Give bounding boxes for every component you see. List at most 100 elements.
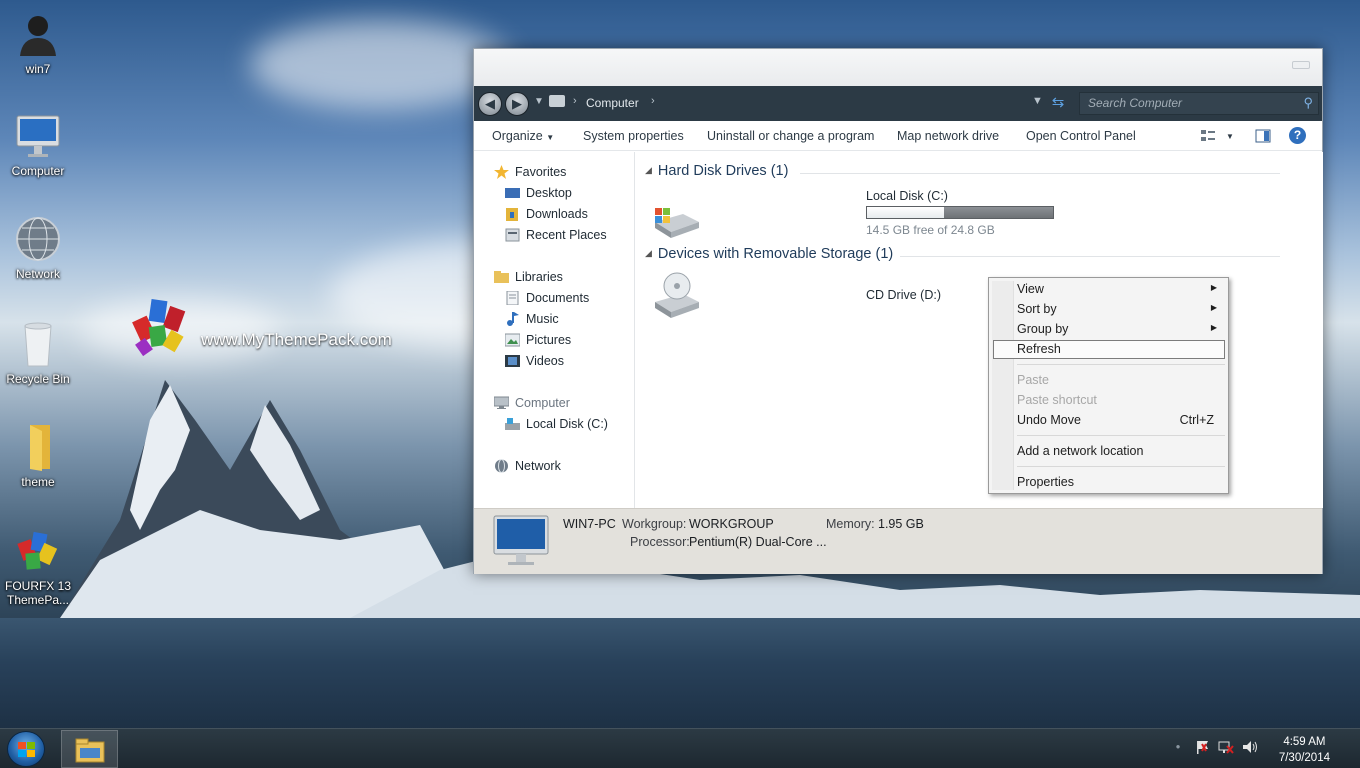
submenu-arrow-icon: ▶: [1210, 323, 1217, 332]
computer-icon: [549, 95, 565, 107]
local-disk-label[interactable]: Local Disk (C:): [866, 189, 948, 203]
watermark-text: www.MyThemePack.com: [201, 330, 392, 349]
map-network-drive-button[interactable]: Map network drive: [897, 129, 999, 143]
menu-item-paste[interactable]: Paste: [1017, 370, 1222, 390]
folder-icon: [14, 423, 62, 471]
navigation-pane: Favorites Desktop Downloads Recent Place…: [474, 152, 635, 508]
menu-item-paste-shortcut[interactable]: Paste shortcut: [1017, 390, 1222, 410]
address-field[interactable]: › Computer ›: [545, 92, 1055, 115]
desktop-icon-computer[interactable]: Computer: [0, 112, 76, 178]
processor-label: Processor:: [630, 535, 690, 549]
change-view-icon[interactable]: [1200, 128, 1216, 144]
recent-places-icon: [505, 228, 520, 242]
preview-pane-icon[interactable]: [1255, 128, 1271, 144]
group-header-removable[interactable]: ◢ Devices with Removable Storage (1): [645, 246, 893, 262]
back-button[interactable]: ◀: [478, 92, 502, 116]
menu-item-view[interactable]: View ▶: [1017, 279, 1222, 299]
start-button[interactable]: [7, 731, 45, 767]
cd-drive-icon: [653, 272, 701, 323]
desktop-icon-label: FOURFX 13: [4, 579, 71, 593]
desktop-icon: [505, 186, 520, 200]
globe-icon: [14, 215, 62, 263]
desktop-icon-label: Recycle Bin: [6, 372, 70, 386]
taskbar: ● 4:59 AM 7/30/2014: [0, 728, 1360, 768]
cd-drive-label[interactable]: CD Drive (D:): [866, 288, 941, 302]
menu-gutter: [992, 281, 1014, 490]
recycle-bin-icon: [14, 320, 62, 368]
videos-icon: [505, 354, 520, 368]
search-icon[interactable]: ⚲: [1303, 95, 1313, 111]
local-disk-icon: [653, 192, 701, 243]
menu-item-undo-move[interactable]: Undo Move Ctrl+Z: [1017, 410, 1222, 430]
menu-item-sort-by[interactable]: Sort by ▶: [1017, 299, 1222, 319]
star-icon: [494, 165, 509, 179]
desktop-icon-theme[interactable]: theme: [0, 423, 76, 489]
command-bar: Organize ▼ System properties Uninstall o…: [474, 121, 1322, 151]
menu-item-properties[interactable]: Properties: [1017, 472, 1222, 492]
view-options-dropdown-icon[interactable]: ▼: [1226, 132, 1234, 141]
help-icon[interactable]: ?: [1289, 127, 1306, 144]
forward-button[interactable]: ▶: [505, 92, 529, 116]
cloud: [250, 20, 510, 110]
open-control-panel-button[interactable]: Open Control Panel: [1026, 129, 1136, 143]
breadcrumb-chevron-icon[interactable]: ›: [573, 95, 577, 107]
windows-logo-icon: [18, 742, 35, 757]
desktop-icon-recycle-bin[interactable]: Recycle Bin: [0, 320, 76, 386]
mythemepack-logo: [132, 298, 186, 357]
music-icon: [505, 312, 520, 326]
documents-icon: [505, 290, 520, 306]
desktop-icon-network[interactable]: Network: [0, 215, 76, 281]
desktop-icon-themepack[interactable]: FOURFX 13 ThemePa...: [0, 527, 76, 607]
breadcrumb-computer[interactable]: Computer: [586, 96, 639, 110]
computer-icon: [493, 396, 510, 410]
system-properties-button[interactable]: System properties: [583, 129, 684, 143]
submenu-arrow-icon: ▶: [1210, 303, 1217, 312]
tray-dot-icon: ●: [1175, 742, 1181, 751]
menu-item-refresh[interactable]: Refresh: [1017, 339, 1222, 359]
network-status-icon[interactable]: [1218, 739, 1234, 755]
window-control-button[interactable]: [1292, 61, 1310, 69]
desktop-icon-label: ThemePa...: [6, 593, 70, 607]
desktop-icon-win7[interactable]: win7: [0, 10, 76, 76]
taskbar-explorer-button[interactable]: [61, 730, 118, 768]
sea-wallpaper: [0, 618, 1360, 730]
details-pane: WIN7-PC Workgroup: WORKGROUP Memory: 1.9…: [474, 508, 1322, 574]
group-header-hard-disk[interactable]: ◢ Hard Disk Drives (1): [645, 163, 788, 179]
submenu-arrow-icon: ▶: [1210, 283, 1217, 292]
network-globe-icon: [494, 459, 509, 473]
collapse-triangle-icon: ◢: [645, 165, 652, 175]
breadcrumb-chevron-icon[interactable]: ›: [651, 95, 655, 107]
user-icon: [14, 10, 62, 58]
refresh-icon[interactable]: ⇆: [1049, 94, 1067, 112]
recent-pages-dropdown-icon[interactable]: ▼: [534, 96, 544, 107]
desktop-icon-label: Computer: [11, 164, 65, 178]
explorer-folder-icon: [75, 738, 105, 763]
group-divider: [900, 256, 1280, 257]
desktop-icon-label: win7: [25, 62, 51, 76]
title-bar[interactable]: [474, 49, 1322, 86]
menu-item-add-network-location[interactable]: Add a network location: [1017, 441, 1222, 461]
system-clock[interactable]: 4:59 AM 7/30/2014: [1279, 734, 1330, 766]
clock-date: 7/30/2014: [1278, 752, 1330, 764]
memory-value: 1.95 GB: [878, 517, 924, 531]
desktop-icon-label: Network: [15, 267, 60, 281]
downloads-folder-icon: [505, 207, 520, 221]
themepack-icon: [14, 527, 62, 575]
computer-monitor-icon: [492, 515, 550, 570]
uninstall-program-button[interactable]: Uninstall or change a program: [707, 129, 874, 143]
volume-icon[interactable]: [1242, 739, 1258, 755]
desktop-icon-label: theme: [21, 475, 55, 489]
menu-item-group-by[interactable]: Group by ▶: [1017, 319, 1222, 339]
search-input[interactable]: Search Computer ⚲: [1079, 92, 1319, 115]
action-center-flag-icon[interactable]: [1194, 739, 1210, 755]
libraries-icon: [494, 270, 509, 284]
clock-time: 4:59 AM: [1283, 736, 1326, 748]
address-dropdown-icon[interactable]: ▼: [1032, 95, 1043, 107]
workgroup-label: Workgroup:: [622, 517, 687, 531]
usage-bar-free: [867, 207, 945, 218]
address-bar-area: ◀ ▶ ▼ › Computer › ▼ ⇆ Search Computer ⚲: [474, 86, 1322, 121]
organize-button[interactable]: Organize ▼: [492, 129, 554, 143]
search-placeholder: Search Computer: [1088, 96, 1183, 110]
workgroup-value: WORKGROUP: [689, 517, 774, 531]
pc-name: WIN7-PC: [563, 517, 616, 531]
